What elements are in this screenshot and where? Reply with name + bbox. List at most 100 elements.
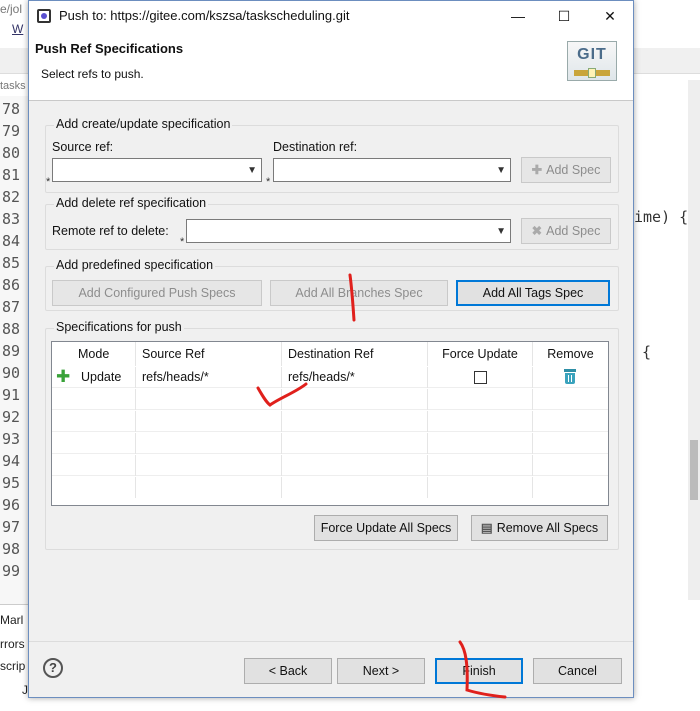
specs-group-label: Specifications for push: [54, 320, 184, 334]
wizard-header: Push Ref Specifications Select refs to p…: [29, 31, 633, 101]
line-number: 88: [2, 320, 21, 338]
line-number: 79: [2, 122, 21, 140]
finish-button[interactable]: Finish: [435, 658, 523, 684]
source-ref-label: Source ref:: [52, 140, 114, 154]
predefined-group: Add predefined specification Add Configu…: [45, 258, 619, 311]
line-number: 93: [2, 430, 21, 448]
line-number: 82: [2, 188, 21, 206]
required-marker: *: [180, 236, 185, 248]
add-spec-label: Add Spec: [546, 224, 601, 238]
line-number: 96: [2, 496, 21, 514]
remove-all-label: Remove All Specs: [496, 521, 599, 535]
line-number: 97: [2, 518, 21, 536]
line-number: 78: [2, 100, 21, 118]
help-icon[interactable]: ?: [43, 658, 63, 678]
column-header-source[interactable]: Source Ref: [136, 342, 282, 366]
create-update-group-label: Add create/update specification: [54, 117, 233, 131]
add-icon: ✚: [531, 163, 543, 177]
page-title: Push Ref Specifications: [35, 41, 184, 56]
source-ref-combo[interactable]: ▼: [52, 158, 262, 182]
delete-ref-group-label: Add delete ref specification: [54, 196, 209, 210]
add-create-spec-button[interactable]: ✚ Add Spec: [521, 157, 611, 183]
line-number: 83: [2, 210, 21, 228]
errors-item: rrors: [0, 637, 25, 651]
destination-ref-cell[interactable]: refs/heads/*: [282, 367, 428, 388]
remove-all-icon: ▤: [480, 521, 493, 535]
column-header-destination[interactable]: Destination Ref: [282, 342, 428, 366]
add-all-tags-spec-button[interactable]: Add All Tags Spec: [456, 280, 610, 306]
maximize-button[interactable]: ☐: [541, 1, 587, 31]
description-item: scrip: [0, 659, 26, 673]
table-row-empty: [52, 389, 608, 410]
create-update-group: Add create/update specification Source r…: [45, 117, 619, 193]
title-bar: Push to: https://gitee.com/kszsa/tasksch…: [29, 1, 633, 31]
line-number: 94: [2, 452, 21, 470]
required-marker: *: [266, 176, 271, 188]
trash-icon[interactable]: [564, 369, 576, 384]
footer-separator: [29, 641, 633, 642]
dialog-title: Push to: https://gitee.com/kszsa/tasksch…: [59, 8, 350, 23]
line-number: 92: [2, 408, 21, 426]
column-header-mode[interactable]: Mode: [52, 342, 136, 366]
table-row[interactable]: ✚ Update refs/heads/* refs/heads/*: [52, 367, 608, 388]
eclipse-icon: [37, 9, 51, 23]
line-number: 89: [2, 342, 21, 360]
line-number: 95: [2, 474, 21, 492]
line-number: 87: [2, 298, 21, 316]
workspace-link[interactable]: W: [12, 22, 23, 36]
line-number: 84: [2, 232, 21, 250]
code-fragment: ime) {: [634, 208, 689, 226]
line-number: 98: [2, 540, 21, 558]
force-update-checkbox[interactable]: [474, 371, 487, 384]
git-logo-icon: GIT: [567, 41, 617, 81]
git-logo-text: GIT: [577, 46, 607, 63]
mode-cell[interactable]: Update: [52, 367, 136, 388]
chevron-down-icon: ▼: [247, 165, 257, 176]
push-dialog: Push to: https://gitee.com/kszsa/tasksch…: [28, 0, 634, 698]
close-button[interactable]: ✕: [587, 1, 633, 31]
line-number: 80: [2, 144, 21, 162]
delete-ref-group: Add delete ref specification Remote ref …: [45, 196, 619, 250]
line-number: 99: [2, 562, 21, 580]
add-all-branches-spec-button[interactable]: Add All Branches Spec: [270, 280, 448, 306]
required-marker: *: [46, 176, 51, 188]
source-ref-cell[interactable]: refs/heads/*: [136, 367, 282, 388]
table-row-empty: [52, 411, 608, 432]
destination-ref-label: Destination ref:: [273, 140, 358, 154]
path-fragment: e/jol: [0, 2, 23, 16]
editor-scrollbar-thumb[interactable]: [690, 440, 698, 500]
cancel-button[interactable]: Cancel: [533, 658, 622, 684]
line-number: 91: [2, 386, 21, 404]
remote-ref-combo[interactable]: ▼: [186, 219, 511, 243]
editor-scrollbar[interactable]: [688, 80, 700, 600]
force-update-all-specs-button[interactable]: Force Update All Specs: [314, 515, 458, 541]
add-configured-push-specs-button[interactable]: Add Configured Push Specs: [52, 280, 262, 306]
remote-ref-label: Remote ref to delete:: [52, 224, 169, 238]
column-header-remove[interactable]: Remove: [533, 342, 608, 366]
minimize-button[interactable]: —: [495, 1, 541, 31]
add-delete-spec-button[interactable]: ✖ Add Spec: [521, 218, 611, 244]
predefined-group-label: Add predefined specification: [54, 258, 216, 272]
column-header-force-update[interactable]: Force Update: [428, 342, 533, 366]
remove-cell: [533, 367, 608, 388]
line-number: 85: [2, 254, 21, 272]
next-button[interactable]: Next >: [337, 658, 425, 684]
chevron-down-icon: ▼: [496, 226, 506, 237]
line-number: 86: [2, 276, 21, 294]
line-number: 81: [2, 166, 21, 184]
code-brace: {: [642, 343, 652, 361]
destination-ref-combo[interactable]: ▼: [273, 158, 511, 182]
add-spec-label: Add Spec: [546, 163, 601, 177]
chevron-down-icon: ▼: [496, 165, 506, 176]
line-number: 90: [2, 364, 21, 382]
markers-tab[interactable]: Marl: [0, 613, 23, 627]
table-row-empty: [52, 455, 608, 476]
back-button[interactable]: < Back: [244, 658, 332, 684]
remove-all-specs-button[interactable]: ▤ Remove All Specs: [471, 515, 608, 541]
force-update-cell: [428, 367, 533, 388]
table-row-empty: [52, 433, 608, 454]
bottom-panel: Marl rrors scrip J: [0, 604, 30, 711]
table-row-empty: [52, 477, 608, 498]
page-subtitle: Select refs to push.: [41, 67, 144, 81]
specs-table[interactable]: Mode Source Ref Destination Ref Force Up…: [51, 341, 609, 506]
